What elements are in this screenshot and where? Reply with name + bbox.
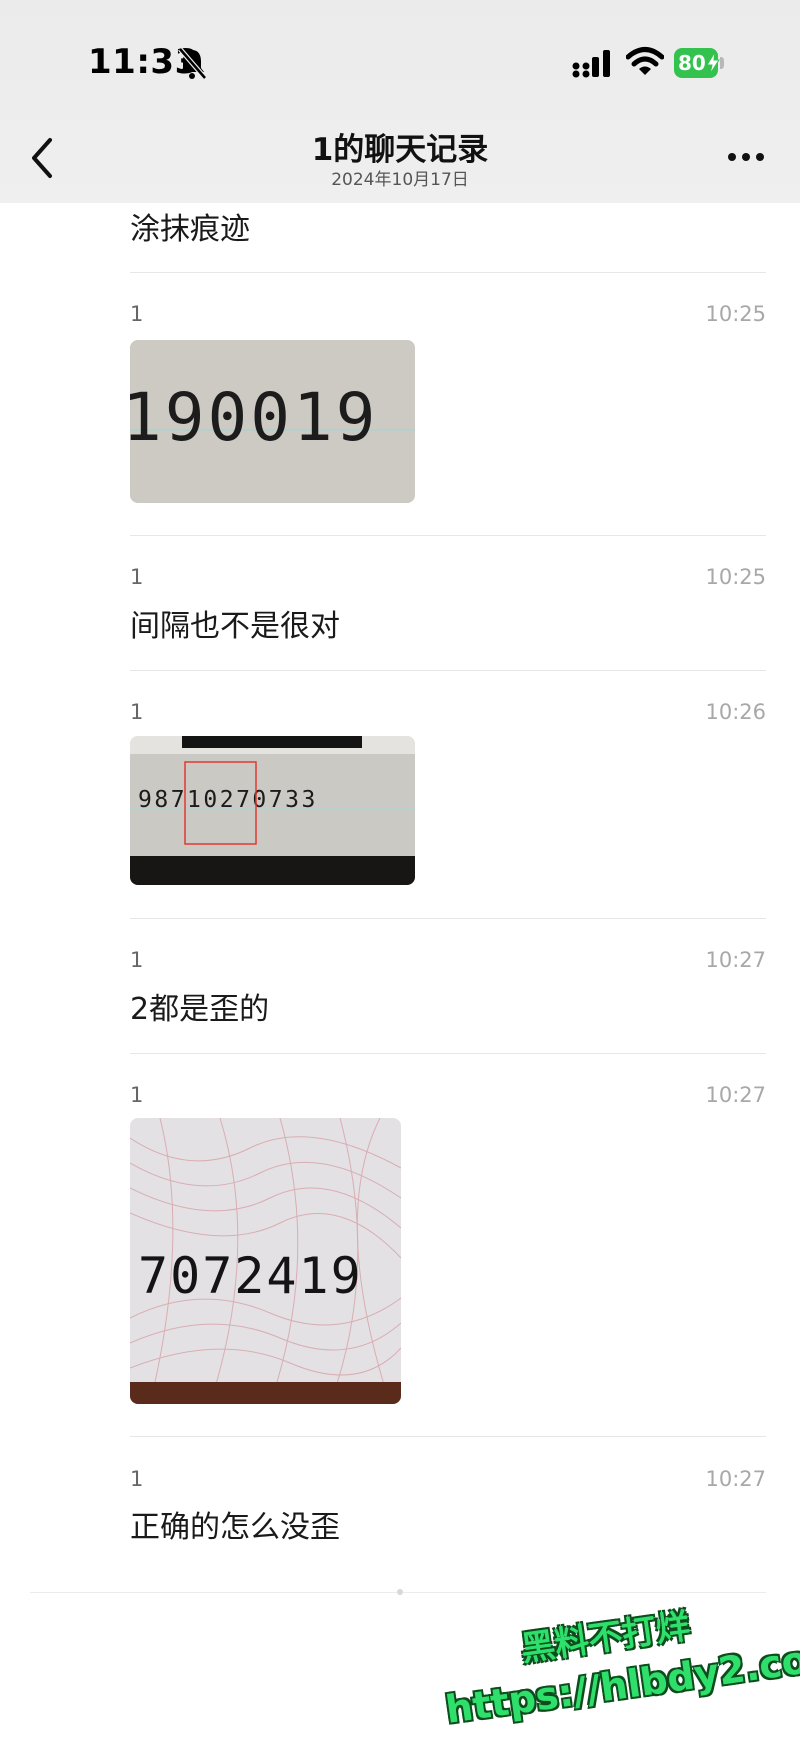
message-divider [130, 918, 766, 919]
message-time: 10:27 [705, 1083, 766, 1107]
battery-tip [720, 57, 724, 69]
message-time: 10:25 [705, 565, 766, 589]
top-bar: 11:33 80 1的聊天记录 2024年10月17日 [0, 0, 800, 203]
message-sender: 1 [130, 1467, 144, 1491]
list-end-dot [397, 1589, 403, 1595]
page-date: 2024年10月17日 [331, 170, 469, 190]
status-bar: 11:33 80 [0, 0, 800, 120]
message-text: 正确的怎么没歪 [130, 1510, 340, 1545]
message-image[interactable]: 190019 [130, 340, 415, 503]
cellular-signal-icon [572, 50, 610, 78]
charging-bolt-icon [706, 52, 720, 74]
message-divider [130, 272, 766, 273]
more-ellipsis-icon[interactable] [726, 150, 766, 164]
message-sender: 1 [130, 302, 144, 326]
image-digits: 98710270733 [138, 787, 318, 813]
message-time: 10:25 [705, 302, 766, 326]
image-digits: 7072419 [138, 1247, 363, 1305]
message-sender: 1 [130, 1083, 144, 1107]
message-sender: 1 [130, 565, 144, 589]
message-divider [130, 1053, 766, 1054]
bell-muted-icon [178, 47, 207, 80]
wifi-icon [626, 47, 664, 75]
message-text: 2都是歪的 [130, 992, 270, 1027]
message-text: 涂抹痕迹 [130, 212, 250, 247]
page-title: 1的聊天记录 [311, 132, 489, 168]
back-chevron-icon[interactable] [28, 136, 58, 180]
message-sender: 1 [130, 700, 144, 724]
message-time: 10:26 [705, 700, 766, 724]
image-digits: 190019 [130, 379, 378, 456]
message-image[interactable]: 7072419 [130, 1118, 401, 1404]
message-text: 间隔也不是很对 [130, 609, 340, 644]
message-time: 10:27 [705, 948, 766, 972]
message-image[interactable]: 98710270733 [130, 736, 415, 885]
message-sender: 1 [130, 948, 144, 972]
message-divider [130, 535, 766, 536]
message-time: 10:27 [705, 1467, 766, 1491]
message-divider [130, 1436, 766, 1437]
message-divider [130, 670, 766, 671]
